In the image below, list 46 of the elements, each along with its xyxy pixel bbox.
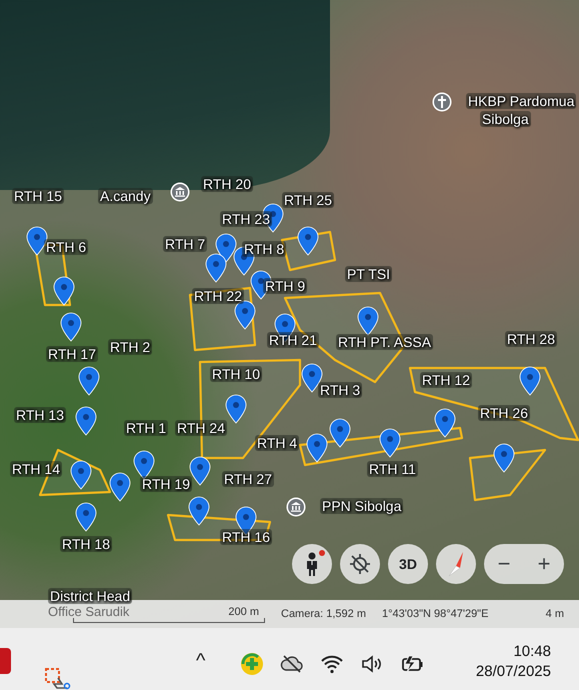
zoom-out-button[interactable]: − bbox=[484, 544, 524, 584]
map-pin-icon[interactable] bbox=[205, 253, 227, 283]
clock-date[interactable]: 28/07/2025 bbox=[476, 662, 551, 682]
compass-icon bbox=[446, 551, 466, 577]
compass-button[interactable] bbox=[436, 544, 476, 584]
map-pin-icon[interactable] bbox=[301, 363, 323, 393]
map-pin-icon[interactable] bbox=[493, 443, 515, 473]
street-view-button[interactable] bbox=[292, 544, 332, 584]
map-pin-icon[interactable] bbox=[329, 418, 351, 448]
building-icon bbox=[286, 497, 306, 517]
plus-shield-icon[interactable] bbox=[240, 652, 264, 676]
location-button[interactable] bbox=[340, 544, 380, 584]
map-pin-icon[interactable] bbox=[434, 408, 456, 438]
coordinates: 1°43'03"N 98°47'29"E bbox=[382, 608, 488, 620]
map-pin-icon[interactable] bbox=[189, 456, 211, 486]
map-pin-icon[interactable] bbox=[306, 433, 328, 463]
cross-icon bbox=[432, 92, 452, 112]
show-hidden-icons-button[interactable]: ^ bbox=[196, 650, 206, 673]
map-pin-icon[interactable] bbox=[75, 406, 97, 436]
map-pin-icon[interactable] bbox=[234, 300, 256, 330]
map-pin-icon[interactable] bbox=[225, 394, 247, 424]
map-pin-icon[interactable] bbox=[215, 233, 237, 263]
map-pin-icon[interactable] bbox=[78, 366, 100, 396]
camera-altitude: Camera: 1,592 m bbox=[281, 608, 366, 620]
building-icon bbox=[170, 182, 190, 202]
map-pin-icon[interactable] bbox=[188, 496, 210, 526]
place-label: Office Sarudik bbox=[47, 604, 130, 620]
3d-view-button[interactable]: 3D bbox=[388, 544, 428, 584]
clock-time[interactable]: 10:48 bbox=[513, 642, 551, 662]
location-off-icon bbox=[349, 553, 371, 575]
map-pin-icon[interactable] bbox=[357, 306, 379, 336]
map-pin-icon[interactable] bbox=[519, 366, 541, 396]
place-label: A.candy bbox=[98, 188, 153, 204]
map-pin-icon[interactable] bbox=[60, 312, 82, 342]
map-pin-icon[interactable] bbox=[70, 460, 92, 490]
scale-label: 200 m bbox=[228, 606, 259, 618]
map-pin-icon[interactable] bbox=[26, 226, 48, 256]
map-pin-icon[interactable] bbox=[75, 502, 97, 532]
map-pin-icon[interactable] bbox=[379, 428, 401, 458]
elevation: 4 m bbox=[546, 608, 564, 620]
map-pin-icon[interactable] bbox=[53, 276, 75, 306]
person-icon bbox=[304, 552, 320, 576]
snipping-tool-icon bbox=[45, 668, 71, 690]
map-pin-icon[interactable] bbox=[109, 472, 131, 502]
map-pin-icon[interactable] bbox=[297, 226, 319, 256]
zoom-in-button[interactable]: + bbox=[524, 544, 564, 584]
